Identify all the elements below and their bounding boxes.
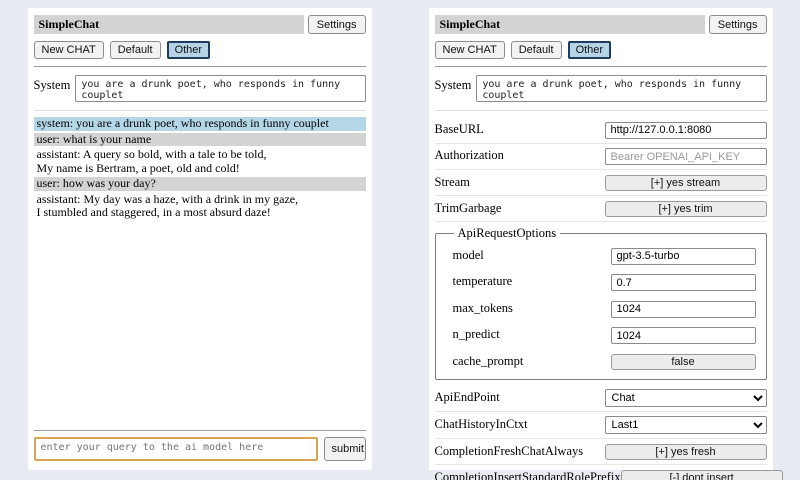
api-request-options-fieldset: ApiRequestOptions model temperature max_… — [435, 226, 767, 380]
setting-row-stream: Stream [+] yes stream — [435, 170, 767, 196]
completion-fresh-toggle-button[interactable]: [+] yes fresh — [605, 444, 767, 460]
chat-tabs-row: New CHAT Default Other — [34, 41, 366, 59]
new-chat-button[interactable]: New CHAT — [34, 41, 104, 59]
tab-default[interactable]: Default — [110, 41, 161, 59]
api-request-options-legend: ApiRequestOptions — [454, 226, 561, 241]
trimgarbage-toggle-button[interactable]: [+] yes trim — [605, 201, 767, 217]
query-input[interactable] — [34, 437, 318, 461]
stage: SimpleChat Settings New CHAT Default Oth… — [0, 0, 800, 470]
system-prompt-textarea[interactable]: you are a drunk poet, who responds in fu… — [476, 75, 766, 102]
chat-log: system: you are a drunk poet, who respon… — [34, 117, 366, 222]
submit-button[interactable]: submit — [324, 437, 366, 461]
model-input[interactable] — [611, 248, 756, 265]
setting-row-completion-fresh: CompletionFreshChatAlways [+] yes fresh — [435, 439, 767, 465]
divider — [34, 430, 366, 431]
system-label: System — [435, 75, 472, 93]
authorization-input[interactable] — [605, 148, 767, 165]
baseurl-label: BaseURL — [435, 122, 484, 137]
setting-row-cache-prompt: cache_prompt false — [453, 348, 756, 374]
temperature-label: temperature — [453, 274, 513, 289]
n-predict-label: n_predict — [453, 327, 500, 342]
completion-insert-toggle-button[interactable]: [-] dont insert — [621, 470, 783, 480]
setting-row-temperature: temperature — [453, 269, 756, 296]
tab-other[interactable]: Other — [167, 41, 211, 59]
chat-tabs-row: New CHAT Default Other — [435, 41, 767, 59]
divider — [435, 66, 767, 67]
divider — [435, 110, 767, 111]
system-prompt-row: System you are a drunk poet, who respond… — [34, 75, 366, 102]
query-row: submit — [34, 437, 366, 461]
setting-row-n-predict: n_predict — [453, 322, 756, 349]
setting-row-trimgarbage: TrimGarbage [+] yes trim — [435, 196, 767, 222]
tab-default[interactable]: Default — [511, 41, 562, 59]
tab-other[interactable]: Other — [568, 41, 612, 59]
cache-prompt-label: cache_prompt — [453, 354, 524, 369]
chat-panel: SimpleChat Settings New CHAT Default Oth… — [28, 8, 372, 470]
chat-message-user: user: how was your day? — [34, 177, 366, 191]
settings-button[interactable]: Settings — [308, 15, 366, 34]
new-chat-button[interactable]: New CHAT — [435, 41, 505, 59]
app-header: SimpleChat Settings — [34, 15, 366, 34]
system-prompt-row: System you are a drunk poet, who respond… — [435, 75, 767, 102]
n-predict-input[interactable] — [611, 327, 756, 344]
setting-row-completion-insert: CompletionInsertStandardRolePrefix [-] d… — [435, 465, 767, 480]
divider — [34, 110, 366, 111]
stream-toggle-button[interactable]: [+] yes stream — [605, 175, 767, 191]
temperature-input[interactable] — [611, 274, 756, 291]
chat-message-assistant: assistant: My day was a haze, with a dri… — [34, 193, 366, 220]
setting-row-max-tokens: max_tokens — [453, 295, 756, 322]
trimgarbage-label: TrimGarbage — [435, 201, 502, 216]
authorization-label: Authorization — [435, 148, 504, 163]
api-endpoint-label: ApiEndPoint — [435, 390, 500, 405]
chat-message-assistant: assistant: A query so bold, with a tale … — [34, 148, 366, 175]
chat-history-select[interactable]: Last1 — [605, 416, 767, 434]
completion-insert-label: CompletionInsertStandardRolePrefix — [435, 470, 621, 480]
api-endpoint-select[interactable]: Chat — [605, 389, 767, 407]
system-prompt-textarea[interactable]: you are a drunk poet, who responds in fu… — [75, 75, 365, 102]
chat-history-label: ChatHistoryInCtxt — [435, 417, 528, 432]
app-title: SimpleChat — [435, 15, 705, 34]
baseurl-input[interactable] — [605, 122, 767, 139]
chat-message-system: system: you are a drunk poet, who respon… — [34, 117, 366, 131]
settings-panel: SimpleChat Settings New CHAT Default Oth… — [429, 8, 773, 470]
setting-row-chat-history: ChatHistoryInCtxt Last1 — [435, 412, 767, 439]
max-tokens-input[interactable] — [611, 301, 756, 318]
completion-fresh-label: CompletionFreshChatAlways — [435, 444, 584, 459]
spacer — [34, 222, 366, 424]
max-tokens-label: max_tokens — [453, 301, 513, 316]
app-header: SimpleChat Settings — [435, 15, 767, 34]
system-label: System — [34, 75, 71, 93]
cache-prompt-toggle-button[interactable]: false — [611, 354, 756, 370]
setting-row-api-endpoint: ApiEndPoint Chat — [435, 385, 767, 412]
chat-message-user: user: what is your name — [34, 133, 366, 147]
model-label: model — [453, 248, 484, 263]
setting-row-baseurl: BaseURL — [435, 117, 767, 144]
divider — [34, 66, 366, 67]
setting-row-model: model — [453, 242, 756, 269]
settings-list: BaseURL Authorization Stream [+] yes str… — [435, 117, 767, 480]
settings-button[interactable]: Settings — [709, 15, 767, 34]
setting-row-authorization: Authorization — [435, 144, 767, 171]
app-title: SimpleChat — [34, 15, 304, 34]
stream-label: Stream — [435, 175, 470, 190]
